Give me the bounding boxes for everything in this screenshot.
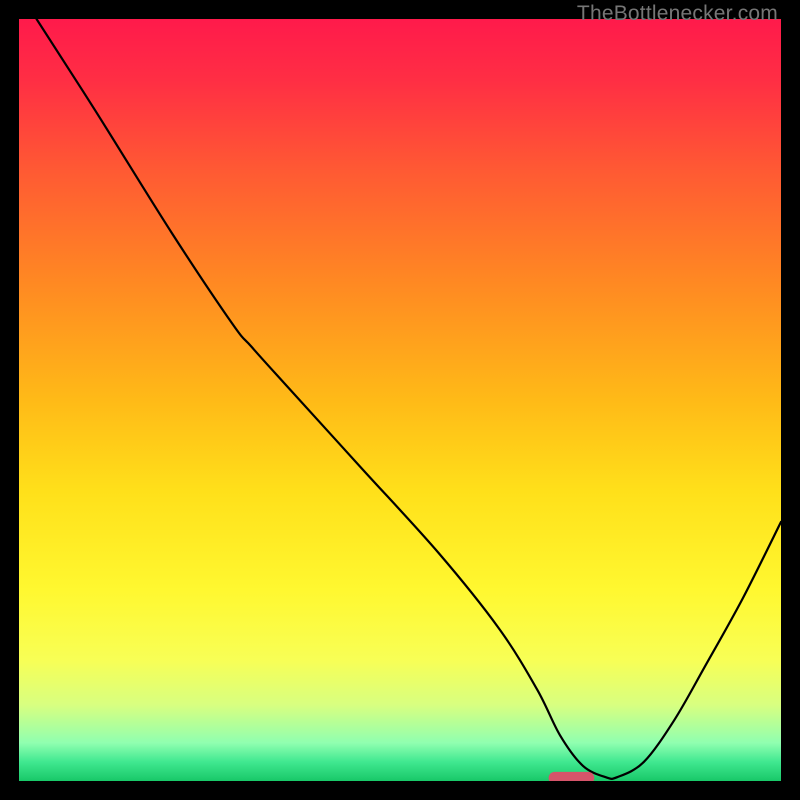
chart-plot xyxy=(19,19,781,781)
gradient-background xyxy=(19,19,781,781)
watermark-text: TheBottlenecker.com xyxy=(577,2,778,26)
chart-svg xyxy=(19,19,781,781)
optimal-marker xyxy=(549,772,595,781)
